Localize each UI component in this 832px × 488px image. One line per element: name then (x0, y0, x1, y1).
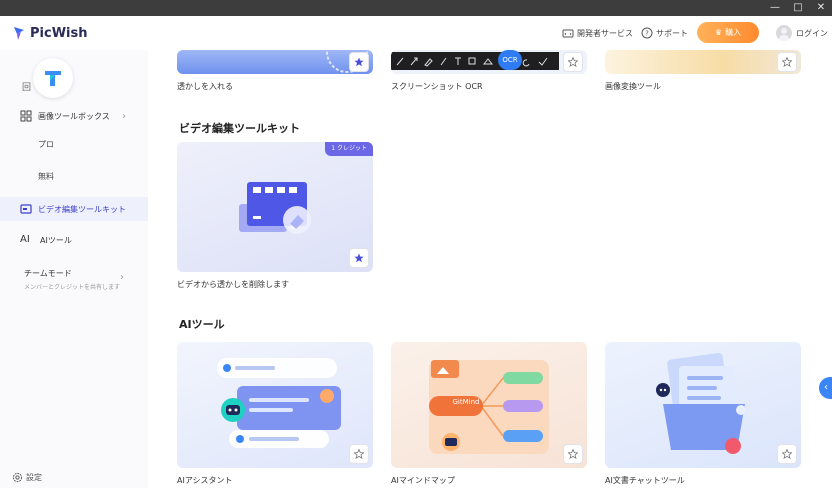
ai-assistant-chat-illustration (217, 358, 341, 448)
sidebar-item-label: 画像ツールボックス (38, 111, 110, 121)
app-header: PicWish 開発者サービス ? サポート ♛ 購入 ログイン (0, 16, 832, 50)
app-logo[interactable]: PicWish (12, 24, 87, 42)
gitmind-label: GitMind (452, 398, 480, 406)
section-title-video: ビデオ編集ツールキット (179, 122, 300, 135)
tool-card-caption: 画像変換ツール (605, 82, 661, 91)
ai-doc-chat-folder-illustration (656, 352, 746, 454)
developer-service-label: 開発者サービス (577, 28, 633, 38)
tool-card-caption: AIマインドマップ (391, 476, 455, 485)
sidebar-item-image-toolbox[interactable]: 画像ツールボックス › (0, 105, 148, 127)
svg-text:?: ? (645, 30, 649, 38)
ocr-badge: OCR (498, 50, 522, 70)
minimize-icon[interactable]: — (764, 0, 786, 16)
favorite-star-icon[interactable] (563, 444, 583, 464)
login-label: ログイン (796, 28, 828, 38)
tool-card-screenshot-ocr[interactable]: OCR (391, 50, 587, 74)
sidebar-item-video-toolkit[interactable]: ビデオ編集ツールキット (0, 197, 148, 221)
tool-card-caption: スクリーンショット OCR (391, 82, 483, 91)
avatar (776, 25, 792, 41)
sidebar-item-pro[interactable]: プロ (38, 139, 54, 150)
favorite-star-icon[interactable] (349, 52, 369, 72)
favorite-star-icon[interactable] (563, 52, 583, 72)
section-title-ai: AIツール (179, 318, 225, 331)
login-button[interactable]: ログイン (776, 24, 828, 42)
chevron-right-icon: › (120, 272, 124, 283)
grid-icon (20, 110, 32, 122)
sidebar-item-free[interactable]: 無料 (38, 171, 54, 182)
tool-card-video-watermark-remove[interactable]: 1 クレジット (177, 142, 373, 272)
team-mode-title: チームモード (24, 269, 72, 278)
settings-button[interactable]: 設定 (12, 472, 42, 483)
developer-service-link[interactable]: 開発者サービス (562, 25, 633, 41)
app-name: PicWish (30, 25, 88, 41)
video-icon (20, 204, 32, 214)
video-film-illustration (239, 182, 311, 234)
picwish-logo-icon (14, 27, 24, 40)
support-link[interactable]: ? サポート (641, 25, 688, 41)
close-icon[interactable]: ✕ (810, 0, 832, 16)
sidebar-item-team-mode[interactable]: チームモード メンバーとクレジットを共有します › (24, 268, 142, 300)
buy-button[interactable]: ♛ 購入 (697, 22, 759, 43)
favorite-star-icon[interactable] (777, 52, 797, 72)
sidebar-item-label: ビデオ編集ツールキット (38, 204, 126, 214)
tool-card-ai-assistant[interactable] (177, 342, 373, 468)
picwish-badge[interactable] (33, 58, 73, 98)
favorite-star-icon[interactable] (349, 444, 369, 464)
tool-card-watermark[interactable] (177, 50, 373, 74)
help-icon: ? (641, 27, 653, 39)
sidebar: 回 画像ツールボックス › プロ 無料 ビデオ編集ツールキット AI AIツール… (0, 50, 148, 488)
main-content: 透かしを入れる OCR スクリーンショット OCR 画像変換ツール ビデオ編集ツ… (148, 50, 832, 488)
tool-card-caption: AIアシスタント (177, 476, 233, 485)
tool-card-caption: ビデオから透かしを削除します (177, 280, 289, 289)
watermark-stamp-illustration (326, 50, 368, 73)
ai-icon: AI (20, 234, 30, 245)
gear-icon (12, 472, 23, 483)
maximize-icon[interactable]: □ (787, 0, 809, 16)
crown-icon: ♛ (714, 28, 723, 37)
tool-card-ai-mindmap[interactable]: GitMind (391, 342, 587, 468)
toolbar-tools-icon (396, 57, 548, 67)
os-title-bar: — □ ✕ (0, 0, 832, 16)
tool-card-caption: 透かしを入れる (177, 82, 233, 91)
ocr-toolbar (391, 52, 559, 70)
developer-icon (562, 29, 574, 38)
buy-label: 購入 (725, 28, 742, 37)
image-icon[interactable]: 回 (22, 80, 31, 93)
team-mode-subtitle: メンバーとクレジットを共有します (24, 284, 121, 291)
favorite-star-icon[interactable] (349, 248, 369, 268)
settings-label: 設定 (26, 473, 42, 482)
tool-card-caption: AI文書チャットツール (605, 476, 685, 485)
credit-badge: 1 クレジット (325, 142, 373, 156)
tool-card-ai-doc-chat[interactable] (605, 342, 801, 468)
picwish-badge-icon (45, 71, 61, 86)
favorite-star-icon[interactable] (777, 444, 797, 464)
tool-card-image-converter[interactable] (605, 50, 801, 74)
sidebar-item-label: AIツール (40, 235, 72, 245)
sidebar-item-ai-tools[interactable]: AI AIツール (0, 230, 148, 250)
chevron-right-icon: › (122, 110, 126, 122)
app-window: — □ ✕ PicWish 開発者サービス ? サポート ♛ 購入 ログイン 回… (0, 0, 832, 488)
support-label: サポート (656, 28, 688, 38)
